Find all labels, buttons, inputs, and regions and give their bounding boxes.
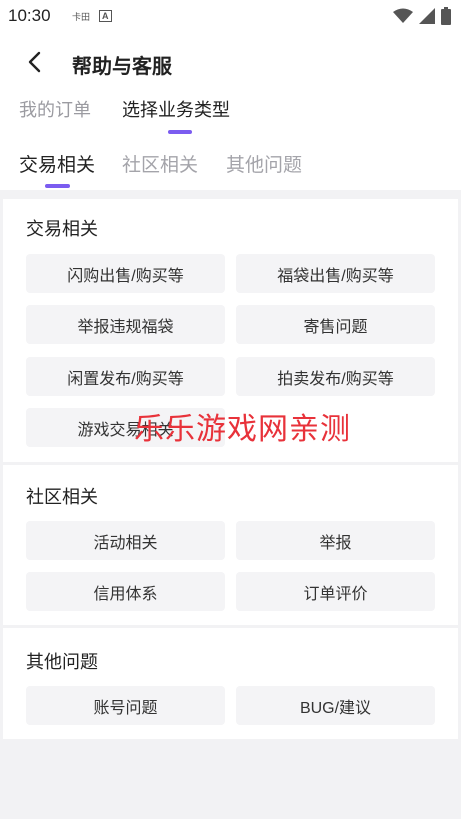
topic-button-activity[interactable]: 活动相关 — [26, 521, 225, 560]
notification-icon: 卡田 — [72, 12, 91, 22]
topic-button-game-trading[interactable]: 游戏交易相关 — [26, 408, 225, 447]
topic-button-lucky-bag[interactable]: 福袋出售/购买等 — [236, 254, 435, 293]
signal-icon — [419, 8, 435, 24]
top-tabs: 我的订单 选择业务类型 — [0, 96, 461, 136]
subtab-other[interactable]: 其他问题 — [226, 150, 302, 177]
status-time: 10:30 — [8, 6, 51, 25]
back-arrow-icon[interactable] — [24, 50, 48, 74]
topic-button-report-lucky-bag[interactable]: 举报违规福袋 — [26, 305, 225, 344]
active-subtab-indicator — [45, 184, 70, 188]
topic-button-bug-feedback[interactable]: BUG/建议 — [236, 686, 435, 725]
app-notification-icon: A — [99, 10, 112, 22]
wifi-icon — [393, 8, 413, 23]
subtab-community[interactable]: 社区相关 — [122, 150, 198, 177]
subtab-trading[interactable]: 交易相关 — [19, 150, 95, 177]
tab-select-business-type[interactable]: 选择业务类型 — [122, 96, 230, 122]
section-other: 其他问题 账号问题 BUG/建议 — [3, 628, 458, 739]
status-bar: 10:30 卡田 A — [0, 0, 461, 34]
topic-button-credit-system[interactable]: 信用体系 — [26, 572, 225, 611]
topic-button-order-review[interactable]: 订单评价 — [236, 572, 435, 611]
section-trading: 交易相关 闪购出售/购买等 福袋出售/购买等 举报违规福袋 寄售问题 闲置发布/… — [3, 199, 458, 462]
section-community: 社区相关 活动相关 举报 信用体系 订单评价 — [3, 465, 458, 625]
section-title: 社区相关 — [26, 487, 98, 507]
nav-bar: 帮助与客服 — [0, 40, 461, 86]
topic-button-consignment[interactable]: 寄售问题 — [236, 305, 435, 344]
tab-my-orders[interactable]: 我的订单 — [19, 96, 91, 122]
page-title: 帮助与客服 — [72, 56, 172, 78]
topic-button-account[interactable]: 账号问题 — [26, 686, 225, 725]
topic-button-auction[interactable]: 拍卖发布/购买等 — [236, 357, 435, 396]
topic-button-report[interactable]: 举报 — [236, 521, 435, 560]
battery-icon — [441, 7, 451, 25]
topic-button-flash-sale[interactable]: 闪购出售/购买等 — [26, 254, 225, 293]
topic-button-idle-publish[interactable]: 闲置发布/购买等 — [26, 357, 225, 396]
active-tab-indicator — [168, 130, 192, 134]
section-title: 交易相关 — [26, 219, 98, 239]
section-title: 其他问题 — [26, 652, 98, 672]
sub-tabs: 交易相关 社区相关 其他问题 — [0, 150, 461, 190]
header-area: 10:30 卡田 A 帮助与客服 我的订单 选择业务类型 交易相关 社区相关 其… — [0, 0, 461, 190]
